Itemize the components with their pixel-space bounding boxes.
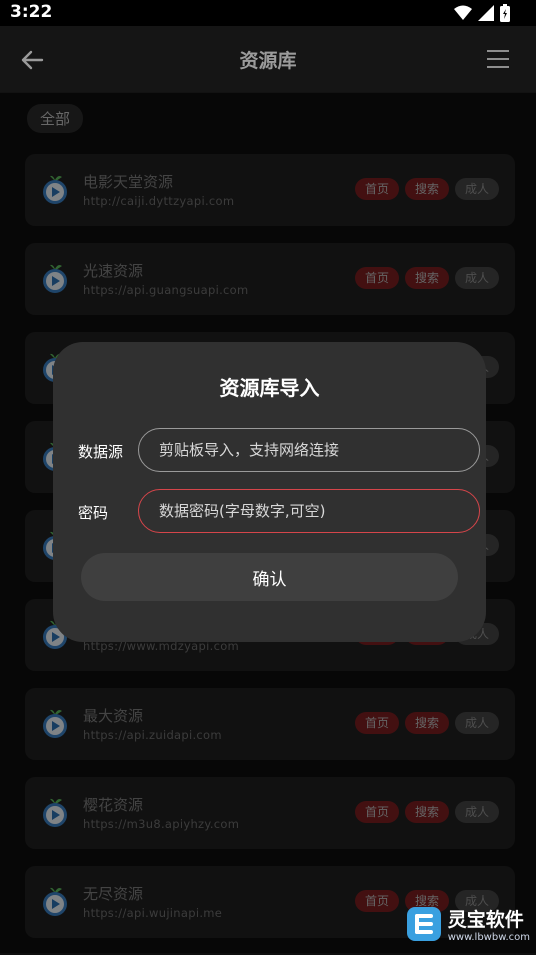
wifi-icon	[454, 5, 472, 20]
menu-icon[interactable]	[486, 48, 510, 70]
watermark-logo-icon	[406, 907, 441, 941]
source-input[interactable]	[138, 428, 480, 472]
status-time: 3:22	[10, 2, 53, 22]
app-bar: 资源库	[0, 26, 536, 93]
page-title: 资源库	[239, 50, 297, 72]
watermark: 灵宝软件 www.lbwbw.com	[406, 905, 530, 943]
import-dialog: 资源库导入 数据源 密码 确认	[53, 342, 486, 642]
battery-icon	[500, 4, 510, 22]
password-field-label: 密码	[78, 504, 109, 522]
dialog-title: 资源库导入	[219, 376, 320, 400]
watermark-name: 灵宝软件	[447, 909, 524, 931]
password-input[interactable]	[138, 489, 480, 533]
status-icons	[454, 4, 510, 22]
watermark-url: www.lbwbw.com	[447, 932, 530, 943]
source-field-label: 数据源	[78, 443, 124, 461]
confirm-button[interactable]: 确认	[81, 553, 458, 601]
status-bar: 3:22	[0, 0, 536, 26]
signal-icon	[478, 5, 494, 21]
